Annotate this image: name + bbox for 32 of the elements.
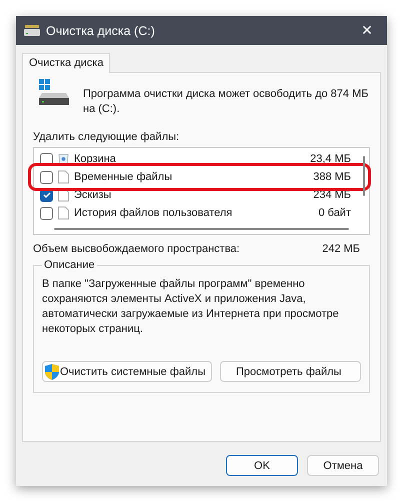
file-name: Временные файлы: [74, 171, 174, 183]
file-row[interactable]: История файлов пользователя 0 байт: [40, 204, 351, 222]
file-name: История файлов пользователя: [74, 207, 234, 219]
file-name: Эскизы: [74, 189, 112, 201]
summary-text: Программа очистки диска может освободить до 874 МБ на (C:).: [83, 87, 370, 117]
files-label: Удалить следующие файлы:: [33, 131, 180, 143]
freed-space-value: 242 МБ: [322, 243, 360, 255]
checkbox[interactable]: [40, 170, 53, 184]
group-title: Описание: [43, 259, 96, 271]
scrollbar: [363, 156, 365, 196]
file-name: Корзина: [74, 153, 117, 165]
checkbox[interactable]: [40, 206, 53, 220]
disk-drive-icon: [24, 24, 40, 36]
checkmark-icon: [42, 190, 52, 200]
disk-drive-icon: [39, 79, 69, 105]
dialog-button[interactable]: OK: [226, 455, 298, 476]
file-icon: [58, 206, 69, 220]
window-title: Очистка диска (C:): [46, 24, 156, 38]
freed-space-label: Объем высвобождаемого пространства:: [33, 243, 240, 255]
description-text: В папке "Загруженные файлы программ" временно сохраняются элементы ActiveX и приложения Java, автоматически загружаемые из Интернета при просмотре некоторых страниц.: [42, 277, 340, 337]
file-size: 23,4 МБ: [310, 153, 351, 165]
file-size: 0 байт: [318, 207, 351, 219]
file-row[interactable]: Временные файлы 388 МБ: [40, 168, 351, 186]
dialog-button[interactable]: Отмена: [307, 455, 379, 476]
file-size: 388 МБ: [313, 171, 351, 183]
tab[interactable]: Очистка диска: [22, 53, 110, 73]
file-row[interactable]: Корзина 23,4 МБ: [40, 150, 351, 168]
action-button[interactable]: Очистить системные файлы: [42, 361, 212, 382]
shield-icon: [45, 364, 59, 380]
file-icon: [58, 170, 69, 184]
action-button[interactable]: Просмотреть файлы: [220, 361, 361, 382]
close-button[interactable]: ✕: [347, 16, 387, 45]
